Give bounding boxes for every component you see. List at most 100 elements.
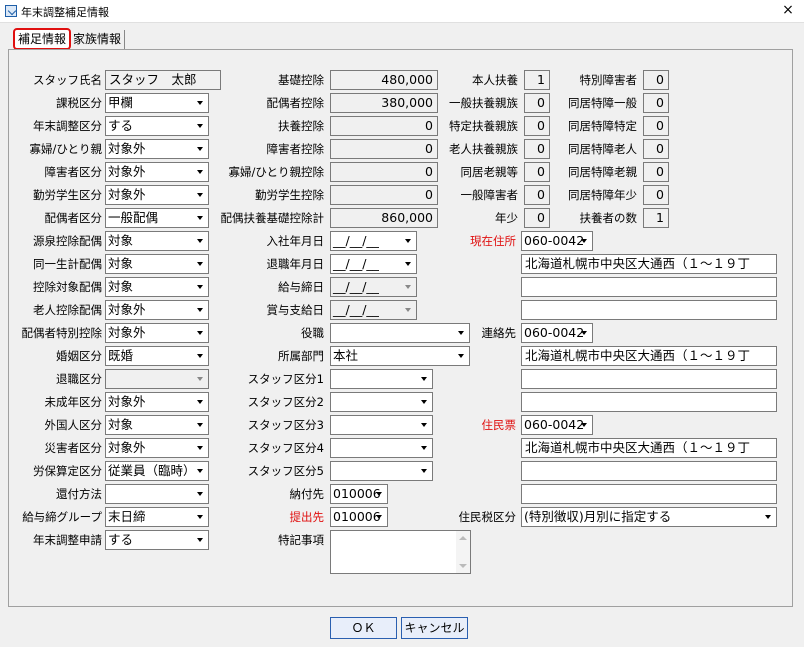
chevron-down-icon[interactable]	[401, 255, 416, 273]
chevron-down-icon[interactable]	[193, 531, 208, 549]
col1-select-7[interactable]: 対象	[105, 231, 209, 251]
chevron-down-icon[interactable]	[193, 255, 208, 273]
scroll-up-icon[interactable]	[459, 536, 467, 540]
col1-select-15[interactable]: 対象	[105, 415, 209, 435]
col1-select-1[interactable]: 甲欄	[105, 93, 209, 113]
chevron-down-icon[interactable]	[193, 232, 208, 250]
contact-address-line3-field[interactable]	[521, 392, 777, 412]
col3-select-6[interactable]	[330, 461, 433, 481]
chevron-down-icon[interactable]	[193, 485, 208, 503]
date-picker-2-value: __/__/__	[333, 279, 379, 294]
residence-tax-select[interactable]: (特別徴収)月別に指定する	[521, 507, 777, 527]
chevron-down-icon[interactable]	[193, 416, 208, 434]
chevron-down-icon[interactable]	[577, 232, 592, 250]
col1-select-16[interactable]: 対象外	[105, 438, 209, 458]
col1-select-3[interactable]: 対象外	[105, 139, 209, 159]
dependent-count-1: 0	[524, 93, 550, 113]
notes-textarea[interactable]	[330, 530, 471, 574]
current-address-address-line3-field[interactable]	[521, 300, 777, 320]
col1-select-17[interactable]: 従業員（臨時）	[105, 461, 209, 481]
current-address-address-field[interactable]: 北海道札幌市中央区大通西（１～１９丁	[521, 254, 777, 274]
deduction-value-2: 0	[330, 116, 438, 136]
col1-select-6[interactable]: 一般配偶	[105, 208, 209, 228]
label-col1-8: 同一生計配偶	[33, 257, 102, 271]
col1-select-8[interactable]: 対象	[105, 254, 209, 274]
chevron-down-icon[interactable]	[193, 439, 208, 457]
col3-select-5[interactable]	[330, 438, 433, 458]
tab-family[interactable]: 家族情報	[70, 30, 126, 49]
close-icon[interactable]: ×	[778, 1, 798, 19]
label-col1-20: 年末調整申請	[33, 533, 102, 547]
col1-select-12[interactable]: 既婚	[105, 346, 209, 366]
submit-to-select[interactable]: 010006	[330, 507, 388, 527]
label-col3-0: 役職	[301, 326, 324, 340]
date-picker-1[interactable]: __/__/__	[330, 254, 417, 274]
date-picker-3-value: __/__/__	[333, 302, 379, 317]
resident-register-address-line2-field[interactable]	[521, 461, 777, 481]
col1-select-2[interactable]: する	[105, 116, 209, 136]
current-address-postal-select[interactable]: 060-0042	[521, 231, 593, 251]
col3-select-1[interactable]: 本社	[330, 346, 470, 366]
label-col1-0: スタッフ氏名	[33, 73, 102, 87]
col3-select-2[interactable]	[330, 369, 433, 389]
chevron-down-icon[interactable]	[761, 508, 776, 526]
ok-button[interactable]: ＯＫ	[330, 617, 397, 639]
col3-select-3[interactable]	[330, 392, 433, 412]
col1-select-10[interactable]: 対象外	[105, 300, 209, 320]
col3-select-4[interactable]	[330, 415, 433, 435]
chevron-down-icon[interactable]	[417, 393, 432, 411]
label-dependent-3: 老人扶養親族	[449, 142, 518, 156]
col1-select-19[interactable]: 末日締	[105, 507, 209, 527]
contact-postal-select[interactable]: 060-0042	[521, 323, 593, 343]
chevron-down-icon[interactable]	[372, 508, 387, 526]
cancel-button[interactable]: キャンセル	[401, 617, 468, 639]
chevron-down-icon[interactable]	[417, 416, 432, 434]
col1-select-14[interactable]: 対象外	[105, 392, 209, 412]
chevron-down-icon[interactable]	[577, 416, 592, 434]
special-count-2: 0	[643, 116, 669, 136]
date-picker-0[interactable]: __/__/__	[330, 231, 417, 251]
payee-select[interactable]: 010006	[330, 484, 388, 504]
chevron-down-icon[interactable]	[577, 324, 592, 342]
chevron-down-icon[interactable]	[401, 232, 416, 250]
col1-select-18[interactable]	[105, 484, 209, 504]
notes-scrollbar[interactable]	[456, 531, 470, 573]
chevron-down-icon[interactable]	[401, 278, 416, 296]
chevron-down-icon[interactable]	[193, 278, 208, 296]
chevron-down-icon[interactable]	[193, 462, 208, 480]
chevron-down-icon[interactable]	[193, 324, 208, 342]
resident-register-address-field[interactable]: 北海道札幌市中央区大通西（１～１９丁	[521, 438, 777, 458]
date-picker-0-value: __/__/__	[333, 233, 379, 248]
resident-register-address-line3-field[interactable]	[521, 484, 777, 504]
chevron-down-icon[interactable]	[417, 462, 432, 480]
col1-select-5-value: 対象外	[108, 187, 146, 202]
col1-select-20[interactable]: する	[105, 530, 209, 550]
contact-address-field[interactable]: 北海道札幌市中央区大通西（１～１９丁	[521, 346, 777, 366]
chevron-down-icon[interactable]	[193, 301, 208, 319]
current-address-address-line2-field[interactable]	[521, 277, 777, 297]
tab-supplement[interactable]: 補足情報	[13, 28, 72, 50]
dependent-count-3: 0	[524, 139, 550, 159]
label-date-3: 賞与支給日	[266, 303, 325, 317]
chevron-down-icon[interactable]	[193, 370, 208, 388]
col1-select-9[interactable]: 対象	[105, 277, 209, 297]
chevron-down-icon[interactable]	[401, 301, 416, 319]
label-dependent-5: 一般障害者	[460, 188, 519, 202]
col1-select-11[interactable]: 対象外	[105, 323, 209, 343]
chevron-down-icon[interactable]	[193, 393, 208, 411]
chevron-down-icon[interactable]	[417, 370, 432, 388]
chevron-down-icon[interactable]	[417, 439, 432, 457]
col1-select-5[interactable]: 対象外	[105, 185, 209, 205]
chevron-down-icon[interactable]	[193, 508, 208, 526]
label-deduction-4: 寡婦/ひとり親控除	[228, 165, 324, 179]
chevron-down-icon[interactable]	[193, 347, 208, 365]
col1-select-4[interactable]: 対象外	[105, 162, 209, 182]
contact-address-line2-field[interactable]	[521, 369, 777, 389]
chevron-down-icon[interactable]	[454, 347, 469, 365]
chevron-down-icon[interactable]	[372, 485, 387, 503]
payee-label: 納付先	[289, 487, 325, 501]
scroll-down-icon[interactable]	[459, 564, 467, 568]
col3-select-1-value: 本社	[333, 348, 359, 363]
col1-select-15-value: 対象	[108, 417, 134, 432]
resident-register-postal-select[interactable]: 060-0042	[521, 415, 593, 435]
